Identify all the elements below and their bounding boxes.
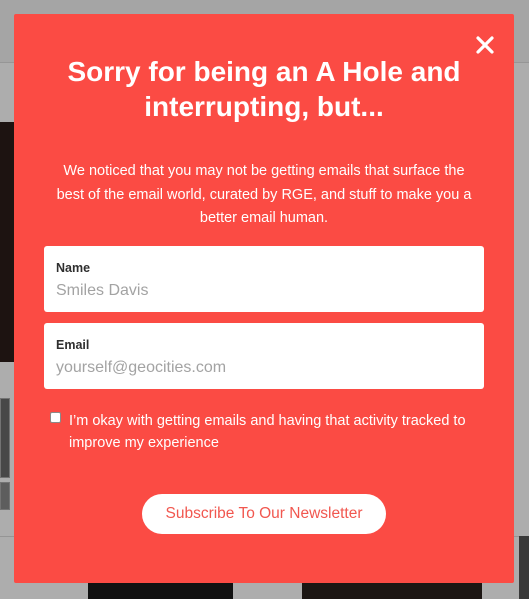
name-label: Name [56,261,91,275]
modal-description: We noticed that you may not be getting e… [56,163,472,226]
name-field-container[interactable]: Name [44,246,484,312]
email-label: Email [56,338,90,352]
modal-title: Sorry for being an A Hole and interrupti… [67,56,461,122]
consent-label[interactable]: I’m okay with getting emails and having … [69,410,479,454]
close-button[interactable] [474,34,496,56]
name-input[interactable] [56,281,472,301]
subscribe-button[interactable]: Subscribe To Our Newsletter [142,494,386,534]
consent-checkbox[interactable] [50,412,61,423]
close-icon [476,36,494,54]
email-field-container[interactable]: Email [44,323,484,389]
email-input[interactable] [56,358,472,378]
newsletter-modal: Sorry for being an A Hole and interrupti… [14,14,514,583]
